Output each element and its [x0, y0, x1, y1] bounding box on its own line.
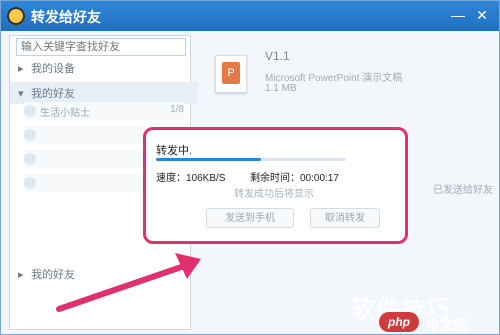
friend-name: 生活小贴士 — [40, 108, 90, 119]
friend-count: 1/8 — [170, 104, 184, 115]
send-to-phone-button[interactable]: 发送到手机 — [206, 208, 294, 228]
file-description: Microsoft PowerPoint 演示文稿 — [265, 73, 403, 84]
send-note: 已发送给好友 — [433, 185, 493, 196]
powerpoint-file-icon: P — [215, 55, 247, 93]
arrow-annotation-icon — [56, 253, 201, 312]
group-my-friends[interactable]: ▾ 我的好友 — [10, 82, 198, 104]
avatar — [24, 177, 36, 189]
chevron-right-icon: ▸ — [18, 269, 24, 281]
friend-search-input[interactable] — [16, 38, 186, 56]
ppt-badge: P — [222, 62, 240, 84]
avatar — [24, 129, 36, 141]
window-title: 转发给好友 — [31, 9, 101, 25]
minimize-button[interactable]: — — [447, 5, 469, 25]
file-version: V1.1 — [265, 49, 290, 63]
forward-hint: 转发成功后将显示 — [234, 189, 314, 200]
time-remaining: 剩余时间：00:00:17 — [250, 173, 339, 184]
cancel-forward-button[interactable]: 取消转发 — [310, 208, 380, 228]
php-site-text: 中文网 — [426, 317, 468, 333]
transfer-speed: 速度：106KB/S — [156, 173, 226, 184]
forward-to-friend-window: 转发给好友 — ✕ ▸ 我的设备 ▾ 我的好友 生活小贴士 1/8 — [0, 0, 500, 335]
chevron-down-icon: ▾ — [18, 88, 24, 100]
avatar — [24, 105, 36, 117]
file-size: 1.1 MB — [265, 83, 297, 94]
qq-penguin-icon — [7, 7, 25, 25]
php-logo: php — [379, 312, 419, 332]
avatar — [24, 153, 36, 165]
group-recent-devices-label: 我的设备 — [31, 63, 76, 75]
forward-progress-bar — [156, 158, 346, 161]
progress-fill — [156, 158, 261, 161]
chevron-right-icon: ▸ — [18, 63, 24, 75]
forward-status: 转发中. — [156, 145, 193, 157]
friend-row[interactable]: 生活小贴士 1/8 — [24, 102, 184, 120]
title-bar: 转发给好友 — ✕ — [1, 1, 499, 31]
group-recent-devices[interactable]: ▸ 我的设备 — [18, 60, 75, 76]
close-button[interactable]: ✕ — [471, 5, 493, 25]
group-my-friends-label: 我的好友 — [31, 88, 76, 100]
forwarding-progress-dialog: 转发中. 速度：106KB/S 剩余时间：00:00:17 转发成功后将显示 发… — [143, 127, 408, 244]
